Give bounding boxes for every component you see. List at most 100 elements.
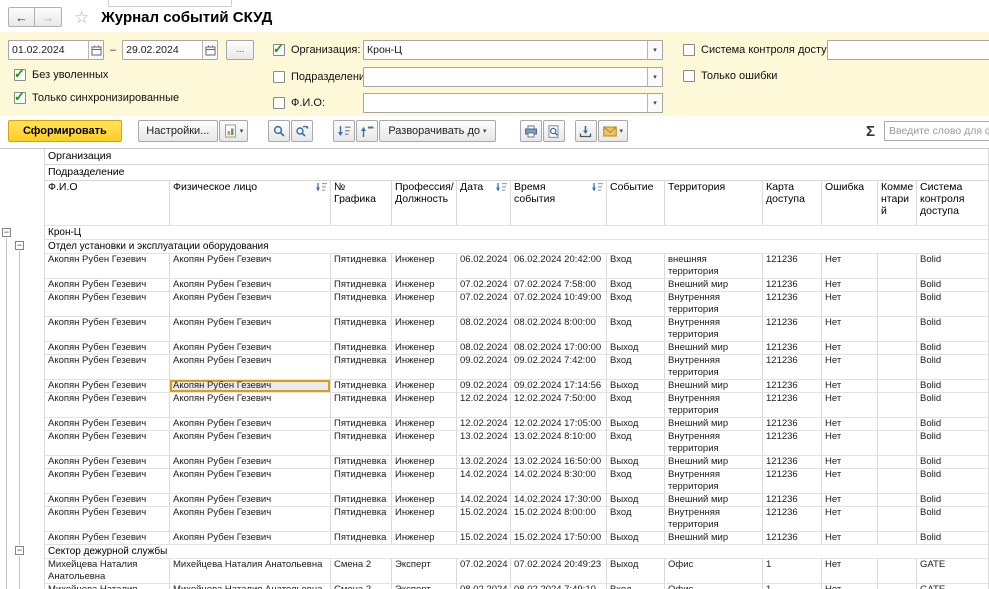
- table-cell[interactable]: Инженер: [392, 494, 457, 507]
- table-cell[interactable]: Вход: [607, 469, 665, 494]
- table-cell[interactable]: Внутренняя территория: [665, 355, 763, 380]
- table-cell[interactable]: Bolid: [917, 431, 989, 456]
- table-cell[interactable]: 07.02.2024: [457, 559, 511, 584]
- table-cell[interactable]: 14.02.2024 17:30:00: [511, 494, 607, 507]
- table-cell[interactable]: Вход: [607, 355, 665, 380]
- table-cell[interactable]: Выход: [607, 418, 665, 431]
- collapse-rows-button[interactable]: [356, 120, 378, 142]
- table-cell[interactable]: 15.02.2024: [457, 507, 511, 532]
- table-cell[interactable]: 06.02.2024: [457, 254, 511, 279]
- table-cell[interactable]: Инженер: [392, 469, 457, 494]
- table-cell[interactable]: 121236: [763, 507, 822, 532]
- table-cell[interactable]: Инженер: [392, 254, 457, 279]
- table-cell[interactable]: 08.02.2024 17:00:00: [511, 342, 607, 355]
- acs-checkbox[interactable]: ✓: [683, 44, 695, 56]
- table-cell[interactable]: Акопян Рубен Гезевич: [45, 456, 170, 469]
- table-cell[interactable]: 121236: [763, 342, 822, 355]
- table-cell[interactable]: Инженер: [392, 279, 457, 292]
- table-cell[interactable]: GATE: [917, 559, 989, 584]
- table-cell[interactable]: Инженер: [392, 342, 457, 355]
- table-cell[interactable]: Михейцева Наталия Анатольевна: [170, 584, 331, 589]
- table-cell[interactable]: 07.02.2024 10:49:00: [511, 292, 607, 317]
- table-cell[interactable]: [878, 456, 917, 469]
- table-cell[interactable]: [878, 418, 917, 431]
- table-cell[interactable]: Акопян Рубен Гезевич: [170, 292, 331, 317]
- table-cell[interactable]: 121236: [763, 380, 822, 393]
- table-cell[interactable]: Выход: [607, 494, 665, 507]
- table-cell[interactable]: Инженер: [392, 355, 457, 380]
- table-cell[interactable]: Офис: [665, 584, 763, 589]
- period-more-button[interactable]: ...: [226, 40, 254, 60]
- table-cell[interactable]: Внешний мир: [665, 342, 763, 355]
- table-cell[interactable]: Нет: [822, 380, 878, 393]
- table-cell[interactable]: Михейцева Наталия Анатольевна: [45, 584, 170, 589]
- table-cell[interactable]: 09.02.2024: [457, 380, 511, 393]
- table-cell[interactable]: Акопян Рубен Гезевич: [170, 317, 331, 342]
- column-header[interactable]: Событие: [607, 181, 665, 226]
- column-header[interactable]: Ф.И.О: [45, 181, 170, 226]
- table-cell[interactable]: Внешний мир: [665, 418, 763, 431]
- table-cell[interactable]: Смена 2: [331, 559, 392, 584]
- table-cell[interactable]: Смена 2: [331, 584, 392, 589]
- table-cell[interactable]: Внешний мир: [665, 279, 763, 292]
- table-cell[interactable]: Акопян Рубен Гезевич: [170, 418, 331, 431]
- table-cell[interactable]: Акопян Рубен Гезевич: [170, 380, 331, 393]
- table-cell[interactable]: 121236: [763, 279, 822, 292]
- department-input[interactable]: ▾: [363, 67, 663, 87]
- table-cell[interactable]: Пятидневка: [331, 494, 392, 507]
- table-cell[interactable]: 15.02.2024 8:00:00: [511, 507, 607, 532]
- print-button[interactable]: [520, 120, 542, 142]
- table-cell[interactable]: 14.02.2024: [457, 494, 511, 507]
- table-cell[interactable]: Пятидневка: [331, 507, 392, 532]
- table-cell[interactable]: [878, 292, 917, 317]
- table-cell[interactable]: 12.02.2024 7:50:00: [511, 393, 607, 418]
- table-cell[interactable]: Акопян Рубен Гезевич: [170, 355, 331, 380]
- table-cell[interactable]: Пятидневка: [331, 292, 392, 317]
- table-cell[interactable]: Акопян Рубен Гезевич: [45, 507, 170, 532]
- table-cell[interactable]: Выход: [607, 532, 665, 545]
- table-cell[interactable]: 121236: [763, 494, 822, 507]
- table-cell[interactable]: Пятидневка: [331, 532, 392, 545]
- table-cell[interactable]: 121236: [763, 431, 822, 456]
- organization-input[interactable]: Крон-Ц ▾: [363, 40, 663, 60]
- table-cell[interactable]: 12.02.2024: [457, 418, 511, 431]
- table-cell[interactable]: Пятидневка: [331, 393, 392, 418]
- table-cell[interactable]: 08.02.2024: [457, 342, 511, 355]
- date-to-input[interactable]: 29.02.2024: [122, 40, 218, 60]
- table-cell[interactable]: Акопян Рубен Гезевич: [45, 380, 170, 393]
- collapse-dept-icon[interactable]: −: [15, 546, 24, 555]
- print-preview-button[interactable]: [543, 120, 565, 142]
- without-fired-checkbox[interactable]: ✓: [14, 69, 26, 81]
- table-cell[interactable]: Акопян Рубен Гезевич: [45, 418, 170, 431]
- table-cell[interactable]: 08.02.2024: [457, 317, 511, 342]
- only-synced-checkbox[interactable]: ✓: [14, 92, 26, 104]
- table-cell[interactable]: Внутренняя территория: [665, 507, 763, 532]
- table-cell[interactable]: Bolid: [917, 393, 989, 418]
- search-button[interactable]: [268, 120, 290, 142]
- column-header[interactable]: Время события: [511, 181, 607, 226]
- column-header[interactable]: Ошибка: [822, 181, 878, 226]
- table-cell[interactable]: [878, 342, 917, 355]
- table-cell[interactable]: Михейцева Наталия Анатольевна: [170, 559, 331, 584]
- org-group-name[interactable]: Крон-Ц: [45, 226, 989, 240]
- table-cell[interactable]: Bolid: [917, 532, 989, 545]
- collapse-dept-icon[interactable]: −: [15, 241, 24, 250]
- table-cell[interactable]: Акопян Рубен Гезевич: [45, 254, 170, 279]
- table-cell[interactable]: Bolid: [917, 418, 989, 431]
- table-cell[interactable]: Пятидневка: [331, 355, 392, 380]
- table-cell[interactable]: [878, 393, 917, 418]
- table-cell[interactable]: Инженер: [392, 292, 457, 317]
- table-cell[interactable]: Bolid: [917, 355, 989, 380]
- table-cell[interactable]: 12.02.2024: [457, 393, 511, 418]
- table-cell[interactable]: [878, 380, 917, 393]
- report-variants-button[interactable]: ▾: [219, 120, 249, 142]
- expand-rows-button[interactable]: [333, 120, 355, 142]
- table-cell[interactable]: 1: [763, 559, 822, 584]
- table-cell[interactable]: GATE: [917, 584, 989, 589]
- sum-sigma-icon[interactable]: Σ: [866, 123, 875, 140]
- table-cell[interactable]: 07.02.2024: [457, 279, 511, 292]
- collapse-org-icon[interactable]: −: [2, 228, 11, 237]
- table-cell[interactable]: Инженер: [392, 507, 457, 532]
- table-cell[interactable]: [878, 431, 917, 456]
- table-cell[interactable]: 121236: [763, 317, 822, 342]
